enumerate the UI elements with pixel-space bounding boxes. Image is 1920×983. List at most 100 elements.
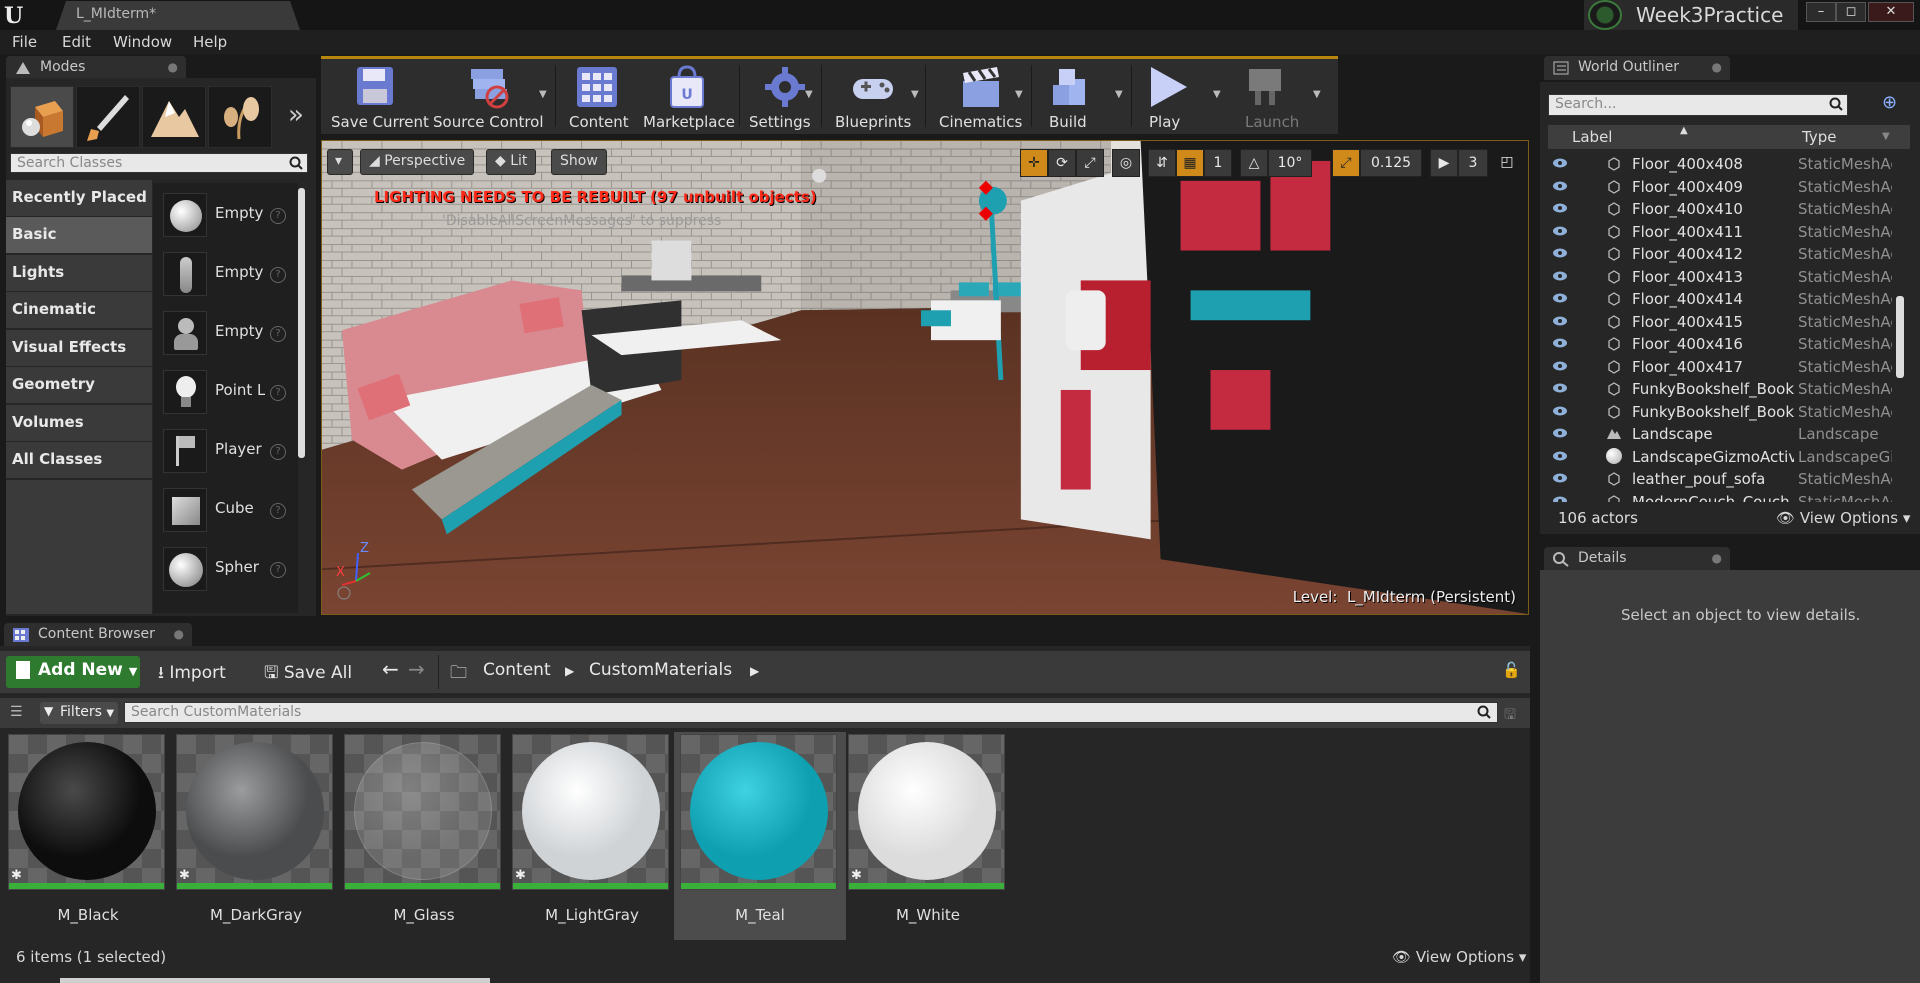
build-button[interactable]: Build [1039,63,1109,133]
help-icon[interactable]: ? [270,444,286,460]
folder-icon[interactable]: 🗀 [450,660,467,689]
placeable-sphere[interactable]: Spher ? [153,542,293,598]
tab-world-outliner[interactable]: World Outliner ● [1544,56,1730,80]
tab-close-icon[interactable]: ● [1712,60,1722,74]
column-dropdown-icon[interactable]: ▼ [1882,131,1890,142]
placeables-scrollbar[interactable] [298,188,305,458]
category-all-classes[interactable]: All Classes [6,442,152,478]
visibility-eye-icon[interactable] [1552,181,1568,191]
asset-tile-m-lightgray[interactable]: ✱ M_LightGray [506,732,678,940]
visibility-eye-icon[interactable] [1552,248,1568,258]
marketplace-button[interactable]: U Marketplace [639,63,735,133]
outliner-scrollbar[interactable] [1896,296,1904,378]
rotation-snap-icon[interactable]: △ [1240,149,1268,177]
tab-modes[interactable]: Modes ● [6,56,186,80]
visibility-eye-icon[interactable] [1552,428,1568,438]
perspective-button[interactable]: ◢ Perspective [360,149,475,175]
visibility-eye-icon[interactable] [1552,361,1568,371]
tab-close-icon[interactable]: ● [174,627,184,641]
asset-tile-m-white[interactable]: ✱ M_White [842,732,1014,940]
placeable-empty-pawn[interactable]: Empty ? [153,306,293,362]
import-button[interactable]: ⭳ Import [158,660,226,689]
settings-dropdown-icon[interactable]: ▼ [805,89,813,100]
outliner-row[interactable]: Floor_400x416 StaticMeshAc [1548,333,1893,355]
tab-close-icon[interactable]: ● [168,60,178,74]
settings-button[interactable]: Settings [745,63,825,133]
breadcrumb-content[interactable]: Content [483,660,551,680]
breadcrumb-chevron-icon[interactable]: ▶ [565,664,574,678]
help-icon[interactable]: ? [270,326,286,342]
visibility-eye-icon[interactable] [1552,406,1568,416]
breadcrumb-custommaterials[interactable]: CustomMaterials [589,660,732,680]
play-dropdown-icon[interactable]: ▼ [1213,89,1221,100]
source-control-dropdown-icon[interactable]: ▼ [539,89,547,100]
placeable-empty-actor[interactable]: Empty ? [153,188,293,244]
scale-snap-value[interactable]: 0.125 [1360,149,1422,177]
tab-content-browser[interactable]: Content Browser ● [4,623,192,647]
close-window-button[interactable]: ✕ [1868,2,1914,22]
category-cinematic[interactable]: Cinematic [6,292,152,328]
filters-button[interactable]: ▼ Filters ▼ [40,702,118,724]
source-control-button[interactable]: Source Control [429,63,549,133]
maximize-viewport-icon[interactable]: ◰ [1496,149,1518,177]
scale-snap-icon[interactable]: ⤢ [1332,149,1360,177]
outliner-row[interactable]: Floor_400x417 StaticMeshAc [1548,356,1893,378]
asset-tile-m-glass[interactable]: M_Glass [338,732,510,940]
menu-help[interactable]: Help [193,33,227,51]
visibility-eye-icon[interactable] [1552,226,1568,236]
scale-tool-icon[interactable]: ⤢ [1076,149,1104,177]
visibility-eye-icon[interactable] [1552,271,1568,281]
visibility-eye-icon[interactable] [1552,451,1568,461]
help-icon[interactable]: ? [270,385,286,401]
outliner-row[interactable]: LandscapeGizmoActiveALandscapeGiz [1548,446,1893,468]
minimize-button[interactable]: – [1806,2,1836,22]
category-lights[interactable]: Lights [6,255,152,291]
save-all-button[interactable]: 🖫 Save All [264,660,352,689]
content-button[interactable]: Content [563,63,633,133]
outliner-view-options[interactable]: 👁 View Options ▾ [1776,509,1910,527]
help-icon[interactable]: ? [270,208,286,224]
outliner-row[interactable]: Floor_400x410 StaticMeshAc [1548,198,1893,220]
category-volumes[interactable]: Volumes [6,405,152,441]
cinematics-dropdown-icon[interactable]: ▼ [1015,89,1023,100]
add-new-button[interactable]: Add New ▼ [6,656,140,688]
mode-paint-button[interactable] [76,86,140,148]
outliner-row[interactable]: Floor_400x408 StaticMeshAc [1548,153,1893,175]
placeable-player-start[interactable]: Player ? [153,424,293,480]
visibility-eye-icon[interactable] [1552,473,1568,483]
tab-details[interactable]: Details ● [1544,547,1730,571]
outliner-row[interactable]: FunkyBookshelf_Booksh StaticMeshAc [1548,401,1893,423]
asset-tile-m-teal[interactable]: M_Teal [674,732,846,940]
outliner-row[interactable]: Floor_400x415 StaticMeshAc [1548,311,1893,333]
outliner-row[interactable]: Floor_400x413 StaticMeshAc [1548,266,1893,288]
surface-snap-icon[interactable]: ⇵ [1148,149,1176,177]
rotate-tool-icon[interactable]: ⟳ [1048,149,1076,177]
menu-file[interactable]: File [12,33,37,51]
menu-window[interactable]: Window [113,33,172,51]
placeable-cube[interactable]: Cube ? [153,483,293,539]
save-current-button[interactable]: Save Current [327,63,429,133]
category-visual-effects[interactable]: Visual Effects [6,330,152,366]
menu-edit[interactable]: Edit [62,33,91,51]
grid-snap-icon[interactable]: ▦ [1176,149,1204,177]
rotation-snap-value[interactable]: 10° [1268,149,1312,177]
cinematics-button[interactable]: Cinematics [935,63,1025,133]
camera-speed-icon[interactable]: ▶ [1430,149,1458,177]
content-view-options[interactable]: 👁 View Options ▾ [1392,948,1526,966]
visibility-eye-icon[interactable] [1552,293,1568,303]
visibility-eye-icon[interactable] [1552,158,1568,168]
outliner-row[interactable]: FunkyBookshelf_Booksh StaticMeshAc [1548,378,1893,400]
outliner-row[interactable]: Floor_400x412 StaticMeshAc [1548,243,1893,265]
camera-speed-value[interactable]: 3 [1458,149,1488,177]
visibility-eye-icon[interactable] [1552,383,1568,393]
forward-arrow-icon[interactable]: → [408,657,425,681]
content-search-input[interactable]: Search CustomMaterials [124,702,1498,723]
visibility-eye-icon[interactable] [1552,203,1568,213]
placeable-point-light[interactable]: Point L ? [153,365,293,421]
translate-tool-icon[interactable]: ✛ [1020,149,1048,177]
column-type-header[interactable]: Type [1802,128,1836,146]
column-label-header[interactable]: Label [1572,128,1612,146]
blueprints-dropdown-icon[interactable]: ▼ [911,89,919,100]
breadcrumb-chevron-icon[interactable]: ▶ [750,664,759,678]
back-arrow-icon[interactable]: ← [382,657,399,681]
